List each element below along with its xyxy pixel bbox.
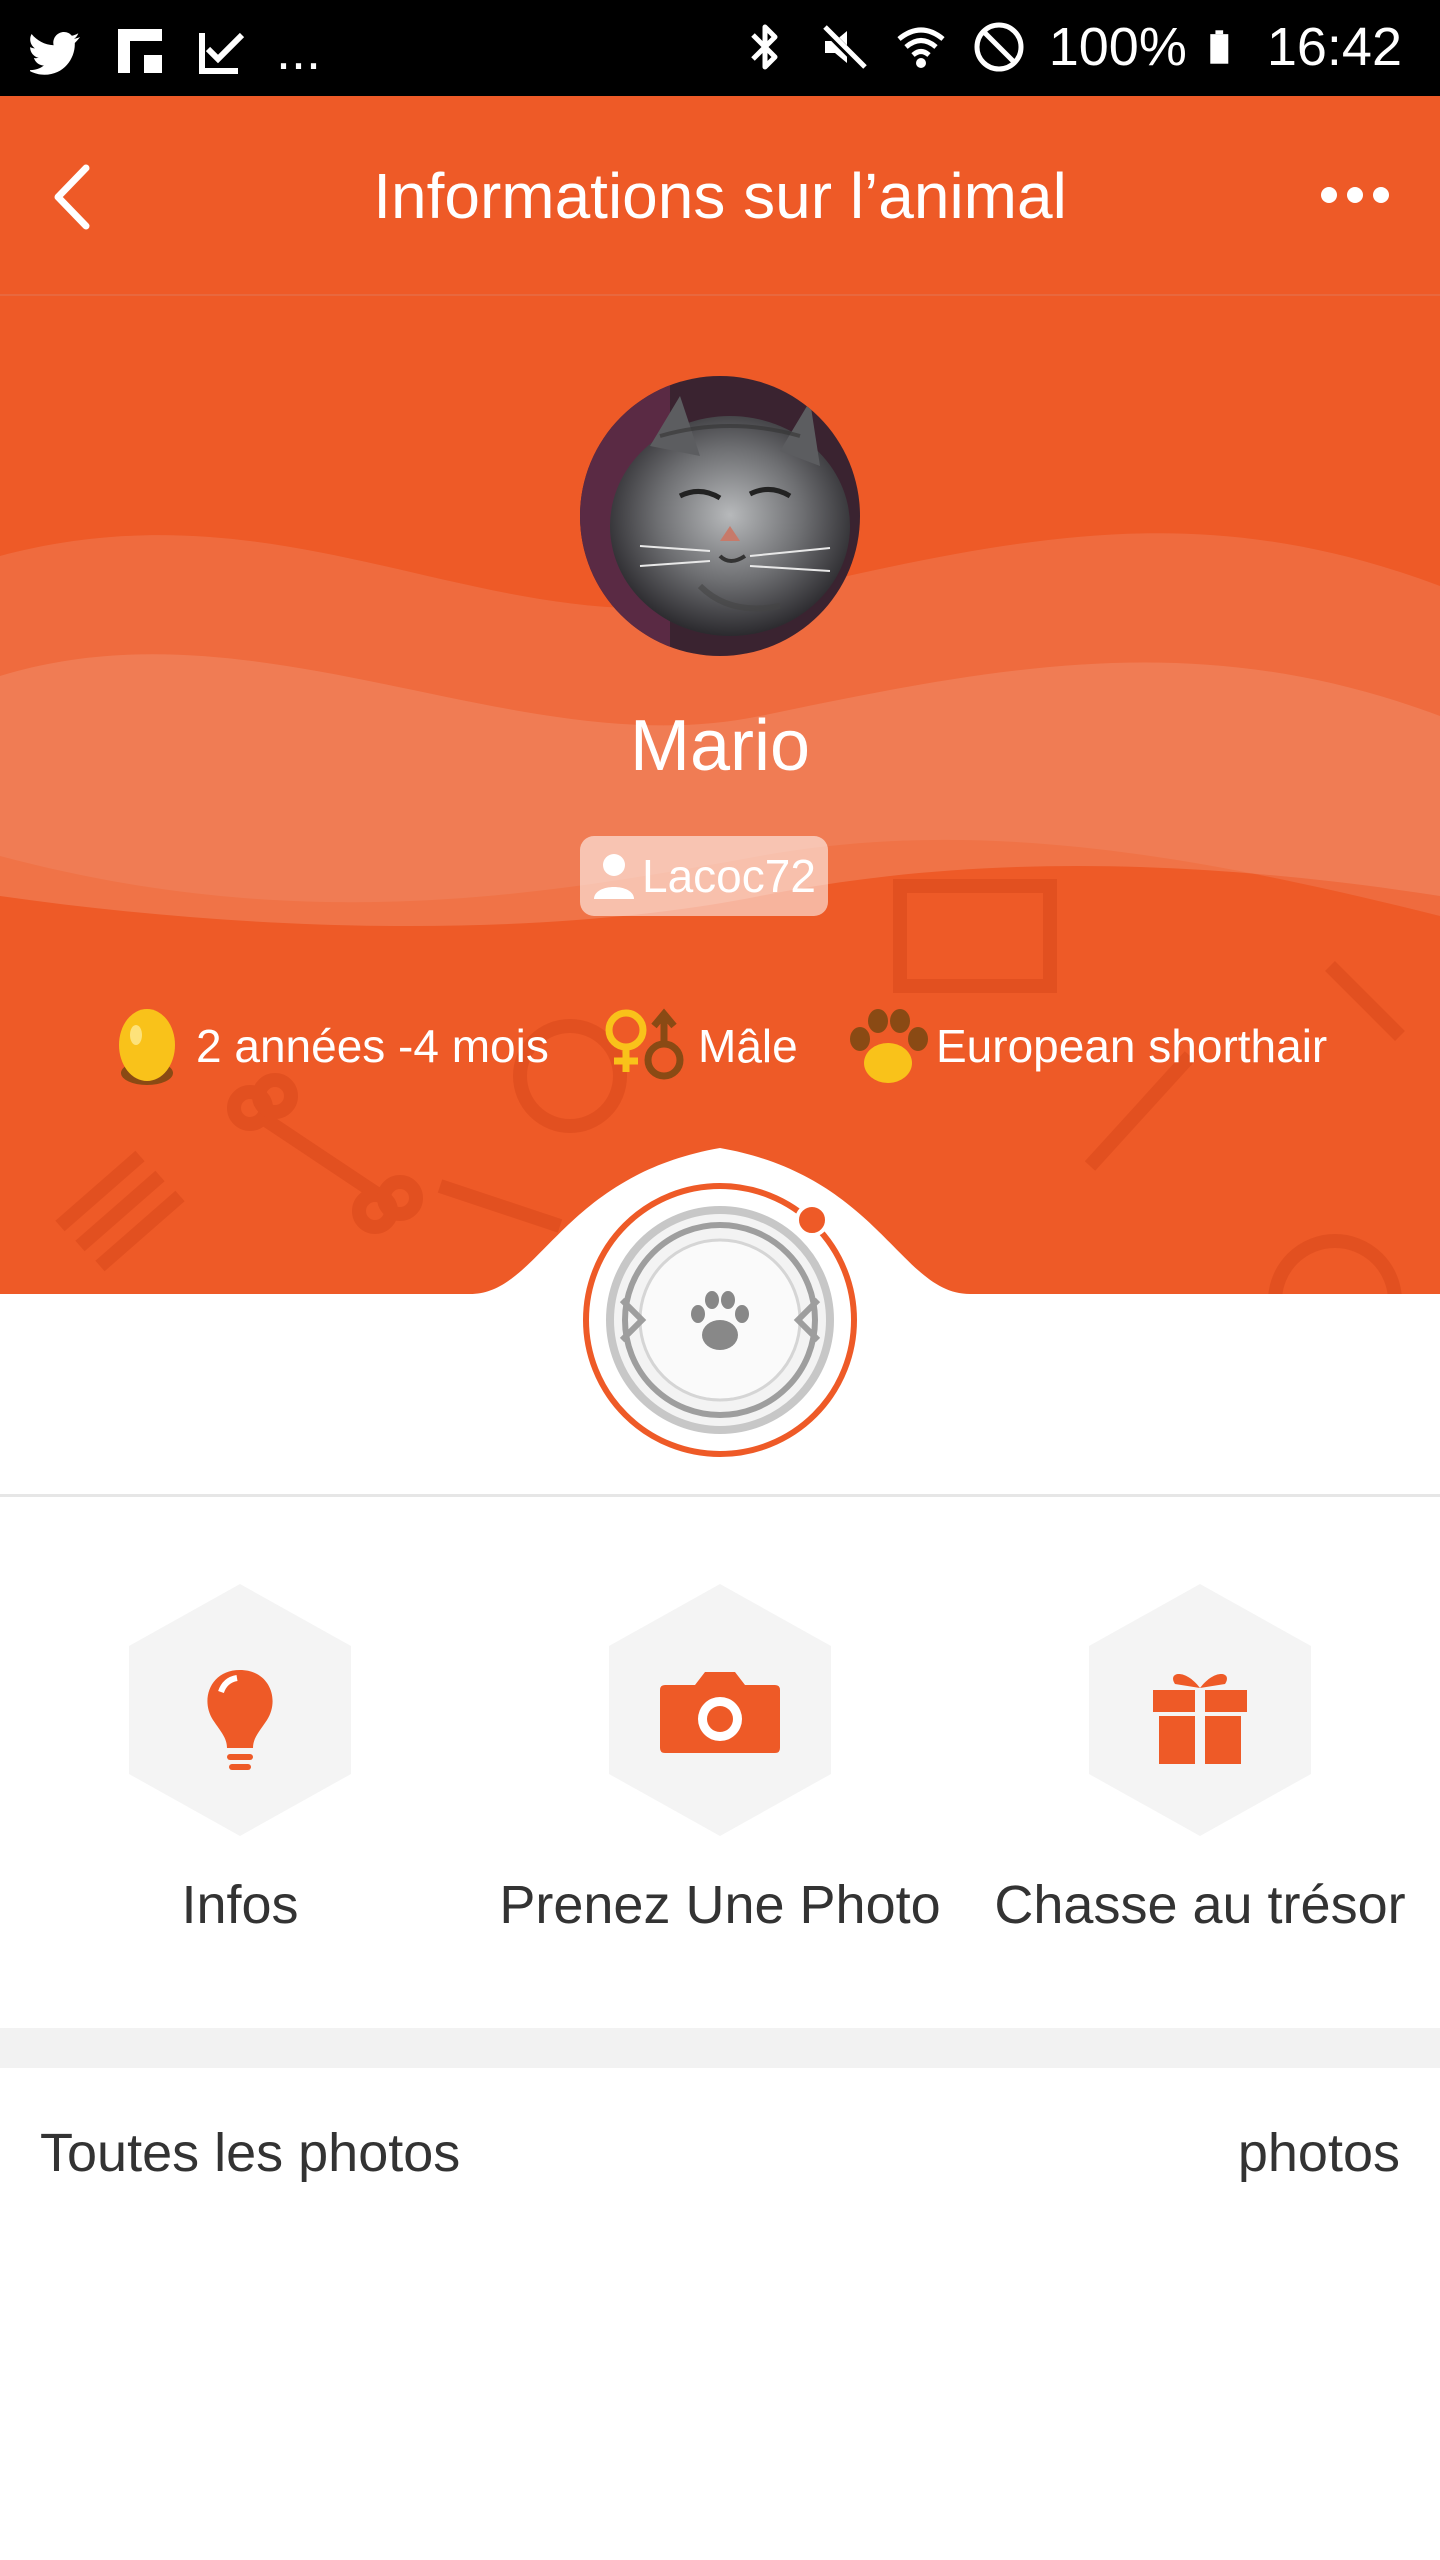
pet-breed: European shorthair (840, 996, 1327, 1096)
pet-hero: Mario Lacoc72 2 années -4 mois Mâle Euro… (0, 296, 1440, 1296)
photos-section-header[interactable]: Toutes les photos photos (0, 2068, 1440, 2228)
pet-sex-text: Mâle (698, 1020, 798, 1072)
paw-icon (850, 1009, 928, 1083)
more-dot-icon (1347, 187, 1363, 203)
status-more-text: ... (276, 21, 322, 81)
take-photo-label: Prenez Une Photo (499, 1875, 941, 1935)
device-connect-button[interactable] (580, 1180, 860, 1460)
section-separator (0, 2028, 1440, 2068)
chevron-left-icon (54, 164, 90, 230)
take-photo-button[interactable]: Prenez Une Photo (480, 1560, 960, 1960)
battery-icon (1210, 30, 1229, 64)
hexagon-background (609, 1584, 831, 1836)
more-dot-icon (1373, 187, 1389, 203)
status-left: ... (30, 18, 321, 84)
twitter-icon (30, 32, 80, 75)
wifi-icon (897, 27, 945, 68)
status-right: 100% 16:42 (737, 14, 1402, 80)
pet-sex: Mâle (600, 996, 798, 1096)
do-not-disturb-icon (974, 22, 1024, 72)
app-root: ... 100% 16:42 Informations sur l’animal… (0, 0, 1440, 2560)
pet-age: 2 années -4 mois (112, 996, 549, 1096)
more-options-button[interactable] (1310, 160, 1400, 230)
bluetooth-icon (750, 24, 778, 70)
action-buttons: Infos Prenez Une Photo Chasse au trésor (0, 1560, 1440, 1960)
more-dot-icon (1321, 187, 1337, 203)
pet-avatar[interactable] (580, 376, 860, 656)
owner-chip[interactable]: Lacoc72 (580, 836, 828, 916)
mute-icon (819, 24, 867, 70)
device-icon (583, 1183, 857, 1457)
infos-button[interactable]: Infos (0, 1560, 480, 1960)
section-divider (0, 1494, 1440, 1497)
battery-percent: 100% (1048, 17, 1187, 77)
pet-name: Mario (629, 706, 811, 786)
clock: 16:42 (1266, 17, 1402, 77)
hexagon-background (1089, 1584, 1311, 1836)
hexagon-background (129, 1584, 351, 1836)
status-bar: ... 100% 16:42 (0, 0, 1440, 96)
gender-icon (605, 1008, 684, 1080)
pet-info-row: 2 années -4 mois Mâle European shorthair (0, 996, 1440, 1096)
pet-age-text: 2 années -4 mois (196, 1020, 549, 1072)
task-check-icon (199, 32, 245, 74)
flipboard-icon (118, 29, 162, 73)
app-header: Informations sur l’animal (0, 96, 1440, 296)
infos-label: Infos (181, 1875, 299, 1935)
back-button[interactable] (30, 154, 116, 240)
owner-name: Lacoc72 (642, 850, 816, 902)
treasure-hunt-label: Chasse au trésor (994, 1875, 1406, 1935)
treasure-hunt-button[interactable]: Chasse au trésor (960, 1560, 1440, 1960)
pet-breed-text: European shorthair (936, 1020, 1328, 1072)
page-title: Informations sur l’animal (373, 160, 1067, 232)
pet-photo-image (580, 376, 860, 656)
photos-count-label: photos (1237, 2123, 1400, 2183)
egg-icon (119, 1009, 175, 1085)
all-photos-label: Toutes les photos (40, 2123, 461, 2183)
user-icon (594, 854, 634, 899)
